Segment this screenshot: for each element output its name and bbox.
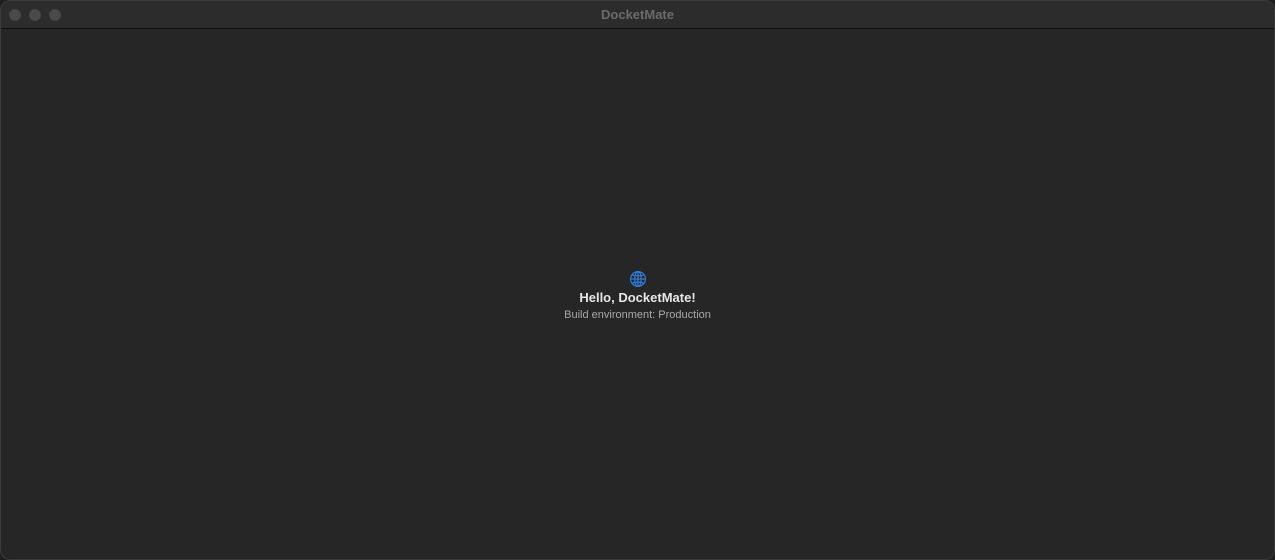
greeting-text: Hello, DocketMate! xyxy=(579,290,696,305)
app-window: DocketMate Hello, DocketMate! Build envi… xyxy=(0,0,1275,560)
window-title: DocketMate xyxy=(601,7,674,22)
welcome-stack: Hello, DocketMate! Build environment: Pr… xyxy=(1,270,1274,322)
main-content: Hello, DocketMate! Build environment: Pr… xyxy=(1,29,1274,559)
globe-icon xyxy=(629,270,646,288)
build-environment-text: Build environment: Production xyxy=(564,309,711,321)
title-bar[interactable]: DocketMate xyxy=(1,1,1274,29)
